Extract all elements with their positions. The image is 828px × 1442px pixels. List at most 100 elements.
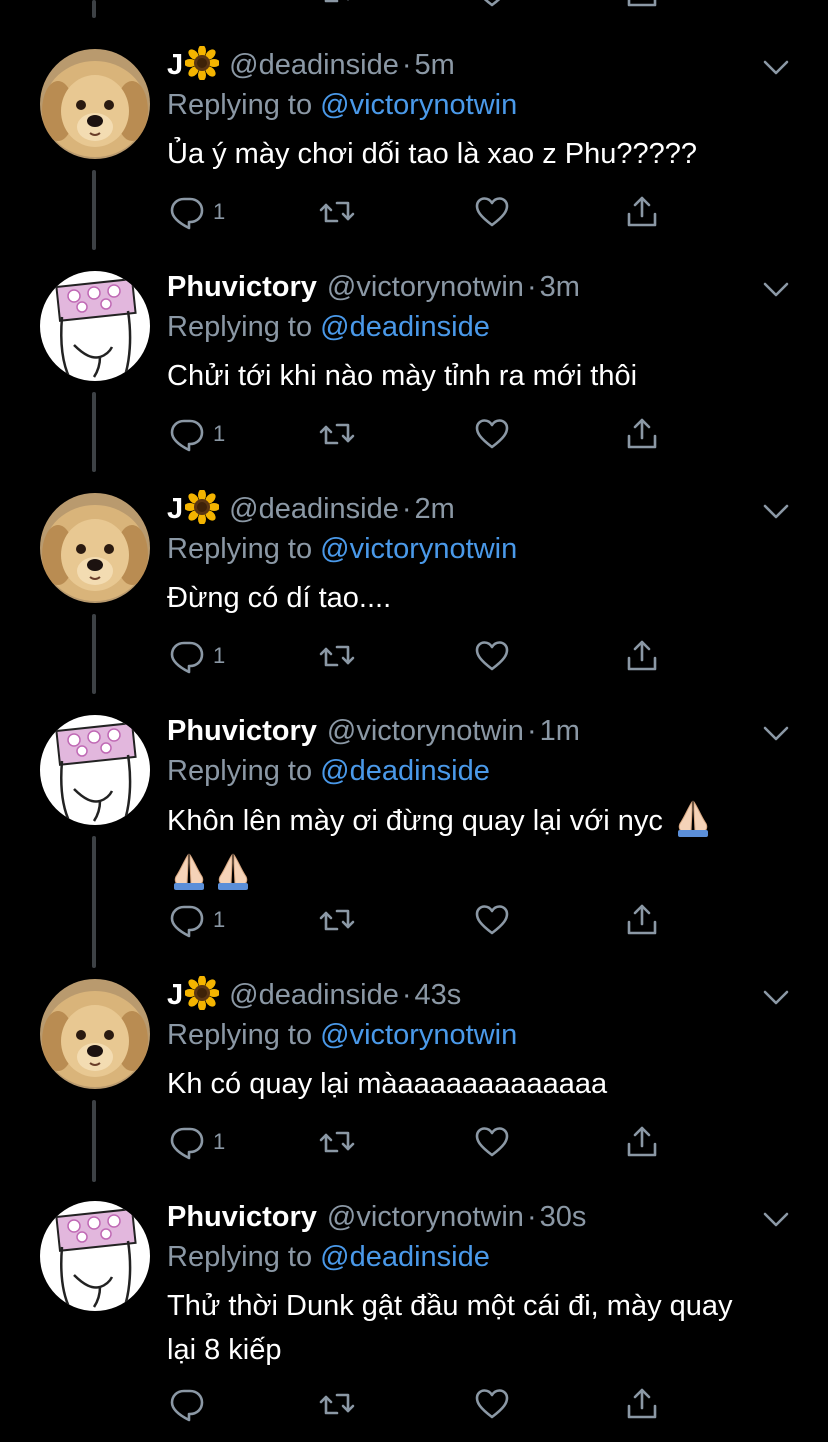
heart-icon[interactable]	[472, 900, 512, 940]
tweet-text: Khôn lên mày ơi đừng quay lại với nyc	[167, 805, 663, 837]
avatar-drawing[interactable]	[40, 1201, 150, 1311]
chevron-down-icon[interactable]	[762, 1211, 790, 1234]
avatar-drawing[interactable]	[40, 715, 150, 825]
display-name[interactable]: Phuvictory	[167, 1201, 317, 1233]
tweet-text: Đừng có dí tao....	[167, 582, 392, 614]
chevron-down-icon[interactable]	[762, 989, 790, 1012]
share-icon[interactable]	[622, 1384, 662, 1424]
display-name[interactable]: J	[167, 49, 183, 81]
heart-icon[interactable]	[472, 1122, 512, 1162]
chevron-down-icon[interactable]	[762, 725, 790, 748]
user-handle[interactable]: @victorynotwin	[327, 1201, 524, 1233]
reply-icon	[170, 1389, 204, 1422]
folded-hands-emoji	[213, 851, 253, 904]
folded-hands-emoji	[673, 798, 713, 851]
tweet-header: J @deadinside · 2m	[167, 489, 455, 529]
retweet-icon[interactable]	[317, 1384, 357, 1424]
reply-count: 1	[213, 907, 226, 932]
mention-link[interactable]: @victorynotwin	[320, 533, 517, 565]
reply-button[interactable]: 1	[167, 414, 225, 454]
tweet-actions: 1	[167, 900, 667, 940]
mention-link[interactable]: @victorynotwin	[320, 89, 517, 121]
share-icon[interactable]	[622, 192, 662, 232]
timestamp[interactable]: 30s	[540, 1201, 587, 1233]
replying-label: Replying to	[167, 1019, 313, 1051]
heart-icon[interactable]	[472, 0, 512, 12]
timestamp[interactable]: 3m	[540, 271, 580, 303]
heart-icon[interactable]	[472, 192, 512, 232]
display-name[interactable]: Phuvictory	[167, 271, 317, 303]
retweet-icon[interactable]	[317, 636, 357, 676]
retweet-icon[interactable]	[317, 0, 357, 12]
tweet-header: Phuvictory @victorynotwin · 1m	[167, 711, 580, 751]
replying-to: Replying to @deadinside	[167, 307, 490, 347]
thread-line	[92, 836, 96, 968]
separator: ·	[401, 493, 412, 525]
tweet-header: Phuvictory @victorynotwin · 3m	[167, 267, 580, 307]
share-icon[interactable]	[622, 1122, 662, 1162]
tweet-text-block: Khôn lên mày ơi đừng quay lại với nyc	[167, 798, 767, 904]
reply-icon	[170, 905, 204, 938]
tweet-text: Ủa ý mày chơi dối tao là xao z Phu?????	[167, 138, 698, 170]
heart-icon[interactable]	[472, 636, 512, 676]
mention-link[interactable]: @deadinside	[320, 1241, 490, 1273]
retweet-icon[interactable]	[317, 900, 357, 940]
replying-label: Replying to	[167, 755, 313, 787]
separator: ·	[401, 49, 412, 81]
avatar-drawing[interactable]	[40, 271, 150, 381]
reply-button[interactable]: 1	[167, 192, 225, 232]
timestamp[interactable]: 1m	[540, 715, 580, 747]
tweet-text: Thử thời Dunk gật đầu một cái đi, mày qu…	[167, 1290, 733, 1366]
retweet-icon[interactable]	[317, 192, 357, 232]
replying-to: Replying to @deadinside	[167, 751, 490, 791]
tweet-actions: 1	[167, 192, 667, 232]
share-icon[interactable]	[622, 900, 662, 940]
separator: ·	[526, 715, 537, 747]
replying-to: Replying to @deadinside	[167, 1237, 490, 1277]
share-icon[interactable]	[622, 414, 662, 454]
reply-count: 1	[213, 421, 226, 446]
chevron-down-icon[interactable]	[762, 281, 790, 304]
mention-link[interactable]: @deadinside	[320, 311, 490, 343]
thread-line	[92, 1100, 96, 1182]
tweet-actions: 1	[167, 1122, 667, 1162]
reply-button[interactable]	[167, 1384, 213, 1424]
timestamp[interactable]: 43s	[415, 979, 462, 1011]
reply-icon	[170, 641, 204, 674]
user-handle[interactable]: @victorynotwin	[327, 271, 524, 303]
retweet-icon[interactable]	[317, 414, 357, 454]
user-handle[interactable]: @deadinside	[229, 493, 399, 525]
heart-icon[interactable]	[472, 414, 512, 454]
reply-button[interactable]: 1	[167, 636, 225, 676]
replying-label: Replying to	[167, 1241, 313, 1273]
retweet-icon[interactable]	[317, 1122, 357, 1162]
replying-to: Replying to @victorynotwin	[167, 85, 517, 125]
share-icon[interactable]	[622, 636, 662, 676]
display-name[interactable]: Phuvictory	[167, 715, 317, 747]
user-handle[interactable]: @deadinside	[229, 979, 399, 1011]
timestamp[interactable]: 2m	[415, 493, 455, 525]
reply-button[interactable]: 1	[167, 900, 225, 940]
reply-icon	[170, 419, 204, 452]
chevron-down-icon[interactable]	[762, 503, 790, 526]
reply-count: 1	[213, 199, 226, 224]
avatar-puppy[interactable]	[40, 493, 150, 603]
display-name[interactable]: J	[167, 979, 183, 1011]
replying-to: Replying to @victorynotwin	[167, 1015, 517, 1055]
avatar-puppy[interactable]	[40, 49, 150, 159]
avatar-puppy[interactable]	[40, 979, 150, 1089]
share-icon[interactable]	[622, 0, 662, 12]
folded-hands-emoji	[169, 851, 209, 904]
tweet-actions: 1	[167, 636, 667, 676]
display-name[interactable]: J	[167, 493, 183, 525]
reply-button[interactable]: 1	[167, 1122, 225, 1162]
heart-icon[interactable]	[472, 1384, 512, 1424]
user-handle[interactable]: @deadinside	[229, 49, 399, 81]
timestamp[interactable]: 5m	[415, 49, 455, 81]
chevron-down-icon[interactable]	[762, 59, 790, 82]
thread-line	[92, 0, 96, 18]
mention-link[interactable]: @deadinside	[320, 755, 490, 787]
user-handle[interactable]: @victorynotwin	[327, 715, 524, 747]
replying-label: Replying to	[167, 311, 313, 343]
mention-link[interactable]: @victorynotwin	[320, 1019, 517, 1051]
